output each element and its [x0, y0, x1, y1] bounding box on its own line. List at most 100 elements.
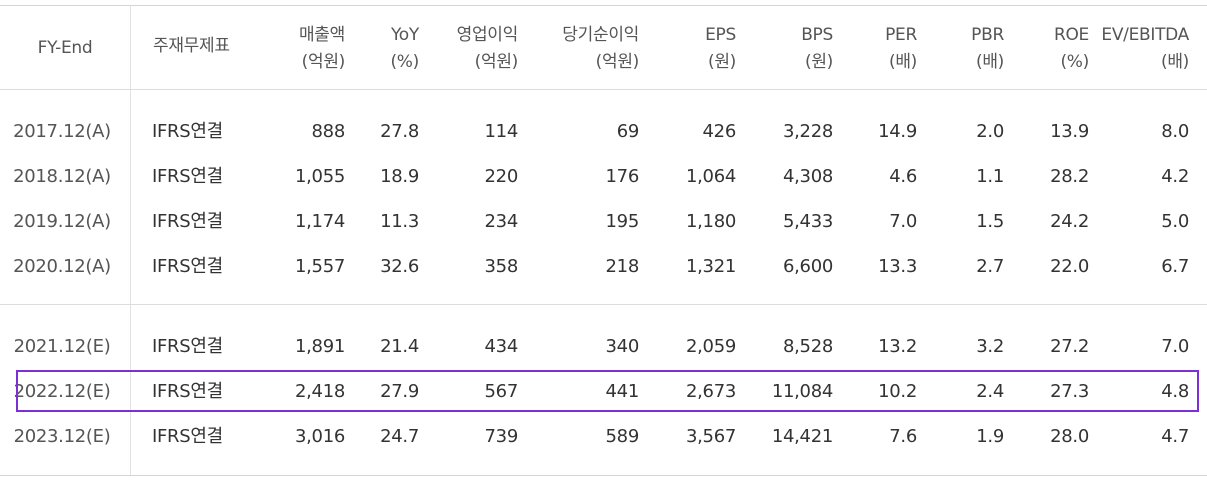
cell-bps: 14,421 [771, 426, 833, 447]
header-ev-ebitda-unit: (배) [1160, 52, 1189, 72]
cell-yoy: 24.7 [380, 426, 419, 447]
cell-pbr: 1.1 [976, 166, 1004, 187]
cell-eps: 1,180 [685, 211, 736, 232]
cell-op: 234 [484, 211, 519, 232]
cell-net: 195 [605, 211, 640, 232]
cell-per: 7.6 [889, 426, 917, 447]
header-eps: EPS [705, 25, 736, 45]
header-fy-end: FY-End [37, 38, 93, 58]
cell-pbr: 2.7 [976, 256, 1004, 277]
cell-per: 13.3 [878, 256, 917, 277]
cell-roe: 22.0 [1050, 256, 1089, 277]
cell-pbr: 1.9 [976, 426, 1004, 447]
cell-roe: 24.2 [1050, 211, 1089, 232]
cell-op: 358 [484, 256, 519, 277]
cell-basis: IFRS연결 [152, 121, 223, 142]
header-net-income: 당기순이익 [562, 25, 639, 45]
cell-fy: 2019.12(A) [13, 211, 111, 232]
cell-roe: 28.2 [1050, 166, 1089, 187]
cell-ev: 4.7 [1161, 426, 1189, 447]
cell-revenue: 1,891 [294, 336, 345, 357]
cell-pbr: 2.0 [976, 121, 1004, 142]
header-net-income-unit: (억원) [595, 52, 640, 72]
cell-eps: 1,321 [685, 256, 736, 277]
cell-roe: 13.9 [1050, 121, 1089, 142]
header-pbr: PBR [971, 25, 1004, 45]
cell-yoy: 27.8 [380, 121, 419, 142]
cell-roe: 27.3 [1050, 381, 1089, 402]
cell-basis: IFRS연결 [152, 166, 223, 187]
header-pbr-unit: (배) [975, 52, 1004, 72]
cell-op: 434 [484, 336, 519, 357]
cell-revenue: 888 [311, 121, 346, 142]
cell-eps: 3,567 [685, 426, 736, 447]
cell-per: 14.9 [878, 121, 917, 142]
cell-eps: 426 [702, 121, 737, 142]
header-roe-unit: (%) [1060, 52, 1089, 72]
cell-fy: 2022.12(E) [13, 381, 111, 402]
cell-revenue: 1,557 [294, 256, 345, 277]
cell-per: 7.0 [889, 211, 917, 232]
cell-fy: 2020.12(A) [13, 256, 111, 277]
cell-ev: 6.7 [1161, 256, 1189, 277]
cell-pbr: 1.5 [976, 211, 1004, 232]
financial-summary-table: FY-End 주재무제표 매출액 (억원) YoY (%) 영업이익 (억원) … [0, 5, 1207, 476]
cell-fy: 2017.12(A) [13, 121, 111, 142]
cell-bps: 3,228 [782, 121, 833, 142]
column-divider [130, 6, 131, 475]
cell-ev: 7.0 [1161, 336, 1189, 357]
cell-yoy: 32.6 [380, 256, 419, 277]
header-per: PER [885, 25, 917, 45]
cell-op: 220 [484, 166, 519, 187]
cell-revenue: 1,174 [294, 211, 345, 232]
cell-per: 10.2 [878, 381, 917, 402]
cell-net: 218 [605, 256, 640, 277]
header-revenue-unit: (억원) [301, 52, 346, 72]
cell-bps: 5,433 [782, 211, 833, 232]
cell-net: 340 [605, 336, 640, 357]
header-yoy-unit: (%) [390, 52, 419, 72]
header-yoy: YoY [390, 25, 419, 45]
header-bps: BPS [801, 25, 833, 45]
cell-pbr: 2.4 [976, 381, 1004, 402]
cell-per: 4.6 [889, 166, 917, 187]
cell-eps: 2,673 [685, 381, 736, 402]
cell-ev: 4.8 [1161, 381, 1189, 402]
cell-net: 176 [605, 166, 640, 187]
cell-revenue: 1,055 [294, 166, 345, 187]
header-basis: 주재무제표 [153, 36, 230, 56]
cell-net: 69 [616, 121, 640, 142]
cell-fy: 2023.12(E) [13, 426, 111, 447]
header-per-unit: (배) [888, 52, 917, 72]
cell-eps: 2,059 [685, 336, 736, 357]
header-operating-profit-unit: (억원) [474, 52, 519, 72]
header-divider [0, 89, 1207, 90]
cell-yoy: 21.4 [380, 336, 419, 357]
cell-bps: 8,528 [782, 336, 833, 357]
header-operating-profit: 영업이익 [456, 25, 519, 45]
cell-fy: 2018.12(A) [13, 166, 111, 187]
cell-roe: 28.0 [1050, 426, 1089, 447]
cell-revenue: 2,418 [294, 381, 345, 402]
cell-basis: IFRS연결 [152, 426, 223, 447]
cell-ev: 8.0 [1161, 121, 1189, 142]
cell-basis: IFRS연결 [152, 256, 223, 277]
header-roe: ROE [1053, 25, 1089, 45]
cell-ev: 5.0 [1161, 211, 1189, 232]
cell-bps: 4,308 [782, 166, 833, 187]
cell-eps: 1,064 [685, 166, 736, 187]
header-revenue: 매출액 [298, 25, 345, 45]
header-eps-unit: (원) [707, 52, 736, 72]
cell-fy: 2021.12(E) [13, 336, 111, 357]
cell-basis: IFRS연결 [152, 381, 223, 402]
cell-net: 589 [605, 426, 640, 447]
actual-estimate-divider [0, 304, 1207, 305]
cell-op: 739 [484, 426, 519, 447]
cell-net: 441 [605, 381, 640, 402]
header-ev-ebitda: EV/EBITDA [1101, 25, 1189, 45]
cell-basis: IFRS연결 [152, 336, 223, 357]
cell-yoy: 27.9 [380, 381, 419, 402]
header-bps-unit: (원) [804, 52, 833, 72]
cell-basis: IFRS연결 [152, 211, 223, 232]
cell-ev: 4.2 [1161, 166, 1189, 187]
